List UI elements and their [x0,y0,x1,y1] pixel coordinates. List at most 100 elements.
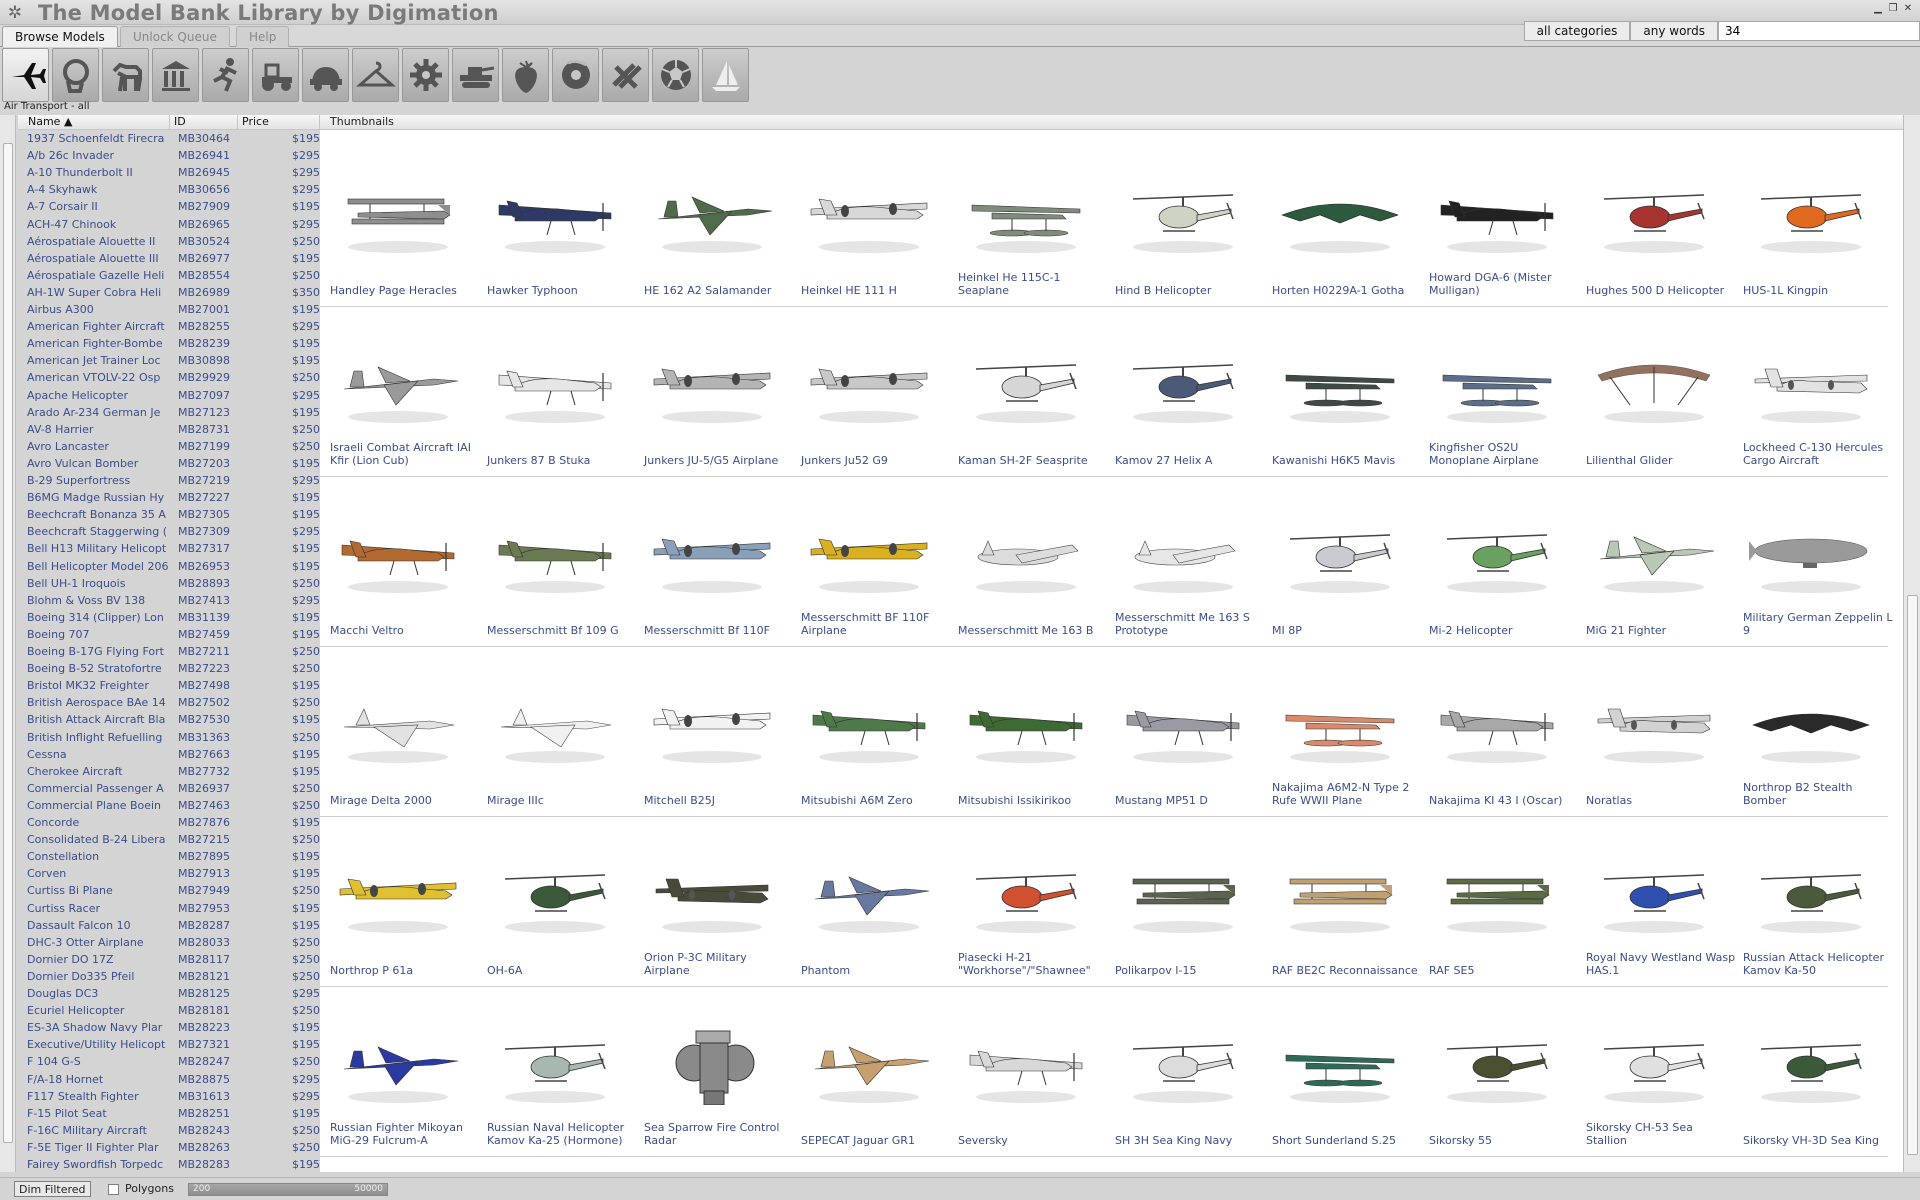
model-thumbnail[interactable]: HUS-1L Kingpin [1733,137,1890,307]
list-row[interactable]: Boeing B-17G Flying Fort MB27211 $250 [18,643,320,660]
list-row[interactable]: AV-8 Harrier MB28731 $250 [18,421,320,438]
model-thumbnail[interactable]: RAF SE5 [1419,817,1576,987]
model-thumbnail[interactable]: Israeli Combat Aircraft IAI Kfir (Lion C… [320,307,477,477]
category-button[interactable] [352,48,399,102]
category-button[interactable] [252,48,299,102]
category-button[interactable] [202,48,249,102]
list-row[interactable]: British Attack Aircraft Bla MB27530 $195 [18,711,320,728]
model-thumbnail[interactable]: Mitsubishi A6M Zero [791,647,948,817]
list-row[interactable]: A-4 Skyhawk MB30656 $295 [18,181,320,198]
list-row[interactable]: Commercial Plane Boein MB27463 $250 [18,797,320,814]
model-thumbnail[interactable]: Messerschmitt Me 163 B [948,477,1105,647]
list-row[interactable]: Douglas DC3 MB28125 $295 [18,985,320,1002]
list-row[interactable]: Beechcraft Staggerwing (MB27309 $295 [18,523,320,540]
list-row[interactable]: Cessna MB27663 $195 [18,746,320,763]
model-thumbnail[interactable]: Mi-2 Helicopter [1419,477,1576,647]
list-row[interactable]: A-7 Corsair II MB27909 $195 [18,198,320,215]
list-row[interactable]: Airbus A300 MB27001 $195 [18,301,320,318]
category-button[interactable] [702,48,749,102]
list-row[interactable]: AH-1W Super Cobra Heli MB26989 $350 [18,284,320,301]
list-row[interactable]: Aérospatiale Alouette II MB30524 $250 [18,233,320,250]
list-row[interactable]: British Inflight Refuelling MB31363 $250 [18,729,320,746]
model-thumbnail[interactable]: Sikorsky VH-3D Sea King [1733,987,1890,1157]
list-row[interactable]: F-15 Pilot Seat MB28251 $195 [18,1105,320,1122]
model-thumbnail[interactable]: Messerschmitt Me 163 S Prototype [1105,477,1262,647]
category-button[interactable] [152,48,199,102]
list-row[interactable]: Boeing B-52 Stratofortre MB27223 $250 [18,660,320,677]
tab-unlock-queue[interactable]: Unlock Queue [120,26,230,47]
list-row[interactable]: Corven MB27913 $195 [18,865,320,882]
list-row[interactable]: ES-3A Shadow Navy Plar MB28223 $195 [18,1019,320,1036]
tab-browse-models[interactable]: Browse Models [2,26,118,47]
category-button[interactable] [552,48,599,102]
model-thumbnail[interactable]: MiG 21 Fighter [1576,477,1733,647]
model-thumbnail[interactable]: Messerschmitt Bf 109 G [477,477,634,647]
list-row[interactable]: Beechcraft Bonanza 35 A MB27305 $195 [18,506,320,523]
category-button[interactable] [452,48,499,102]
category-button[interactable] [502,48,549,102]
list-row[interactable]: 1937 Schoenfeldt Firecra MB30464 $195 [18,130,320,147]
model-thumbnail[interactable]: HE 162 A2 Salamander [634,137,791,307]
model-thumbnail[interactable]: Sikorsky 55 [1419,987,1576,1157]
model-thumbnail[interactable]: Junkers Ju52 G9 [791,307,948,477]
tab-help[interactable]: Help [236,26,290,47]
model-thumbnail[interactable]: Phantom [791,817,948,987]
model-thumbnail[interactable]: Hughes 500 D Helicopter [1576,137,1733,307]
list-scrollbar-thumb[interactable] [3,143,13,1143]
list-row[interactable]: Concorde MB27876 $195 [18,814,320,831]
model-thumbnail[interactable]: Macchi Veltro [320,477,477,647]
model-thumbnail[interactable]: Sea Sparrow Fire Control Radar [634,987,791,1157]
list-row[interactable]: ACH-47 Chinook MB26965 $295 [18,216,320,233]
list-row[interactable]: American VTOLV-22 Osp MB29929 $250 [18,369,320,386]
model-thumbnail[interactable]: OH-6A [477,817,634,987]
list-row[interactable]: F/A-18 Hornet MB28875 $295 [18,1071,320,1088]
list-row[interactable]: B6MG Madge Russian Hy MB27227 $195 [18,489,320,506]
model-thumbnail[interactable]: SH 3H Sea King Navy [1105,987,1262,1157]
list-row[interactable]: American Fighter-Bombe MB28239 $195 [18,335,320,352]
model-thumbnail[interactable]: Russian Fighter Mikoyan MiG-29 Fulcrum-A [320,987,477,1157]
model-thumbnail[interactable]: Kaman SH-2F Seasprite [948,307,1105,477]
list-row[interactable]: F-5E Tiger II Fighter Plar MB28263 $250 [18,1139,320,1156]
model-thumbnail[interactable]: Sikorsky CH-53 Sea Stallion [1576,987,1733,1157]
model-thumbnail[interactable]: Horten H0229A-1 Gotha [1262,137,1419,307]
list-row[interactable]: American Fighter Aircraft MB28255 $295 [18,318,320,335]
model-thumbnail[interactable]: Lilienthal Glider [1576,307,1733,477]
list-row[interactable]: Curtiss Racer MB27953 $195 [18,900,320,917]
column-header-name[interactable]: Name ▲ [18,115,170,130]
model-thumbnail[interactable]: Russian Naval Helicopter Kamov Ka-25 (Ho… [477,987,634,1157]
list-row[interactable]: A-10 Thunderbolt II MB26945 $295 [18,164,320,181]
category-button[interactable] [602,48,649,102]
category-button[interactable] [402,48,449,102]
model-thumbnail[interactable]: SEPECAT Jaguar GR1 [791,987,948,1157]
model-thumbnail[interactable]: RAF BE2C Reconnaissance [1262,817,1419,987]
list-row[interactable]: Consolidated B-24 Libera MB27215 $250 [18,831,320,848]
list-row[interactable]: Boeing 314 (Clipper) Lon MB31139 $195 [18,609,320,626]
model-thumbnail[interactable]: Orion P-3C Military Airplane [634,817,791,987]
model-thumbnail[interactable]: Seversky [948,987,1105,1157]
category-button[interactable] [652,48,699,102]
list-row[interactable]: British Aerospace BAe 14 MB27502 $250 [18,694,320,711]
model-thumbnail[interactable]: Northrop B2 Stealth Bomber [1733,647,1890,817]
list-row[interactable]: F-16C Military Aircraft MB28243 $250 [18,1122,320,1139]
list-row[interactable]: Boeing 707 MB27459 $195 [18,626,320,643]
category-button[interactable] [302,48,349,102]
list-row[interactable]: Cherokee Aircraft MB27732 $195 [18,763,320,780]
model-thumbnail[interactable]: Hawker Typhoon [477,137,634,307]
list-row[interactable]: DHC-3 Otter Airplane MB28033 $250 [18,934,320,951]
list-row[interactable]: Fairey Swordfish Torpedc MB28283 $195 [18,1156,320,1173]
polygon-range-slider[interactable]: 200 50000 [188,1183,388,1196]
model-thumbnail[interactable]: Northrop P 61a [320,817,477,987]
list-row[interactable]: F 104 G-S MB28247 $250 [18,1053,320,1070]
list-row[interactable]: Aérospatiale Alouette III MB26977 $195 [18,250,320,267]
list-row[interactable]: Arado Ar-234 German Je MB27123 $195 [18,404,320,421]
model-thumbnail[interactable]: Messerschmitt BF 110F Airplane [791,477,948,647]
gallery-scrollbar[interactable] [1903,115,1920,1172]
list-row[interactable]: Dornier Do335 Pfeil MB28121 $250 [18,968,320,985]
model-thumbnail[interactable]: Piasecki H-21 "Workhorse"/"Shawnee" [948,817,1105,987]
model-thumbnail[interactable]: Handley Page Heracles [320,137,477,307]
model-thumbnail[interactable]: Polikarpov I-15 [1105,817,1262,987]
model-thumbnail[interactable]: Mitchell B25J [634,647,791,817]
model-thumbnail[interactable]: Hind B Helicopter [1105,137,1262,307]
list-scrollbar[interactable] [0,115,16,1172]
model-thumbnail[interactable]: Kamov 27 Helix A [1105,307,1262,477]
